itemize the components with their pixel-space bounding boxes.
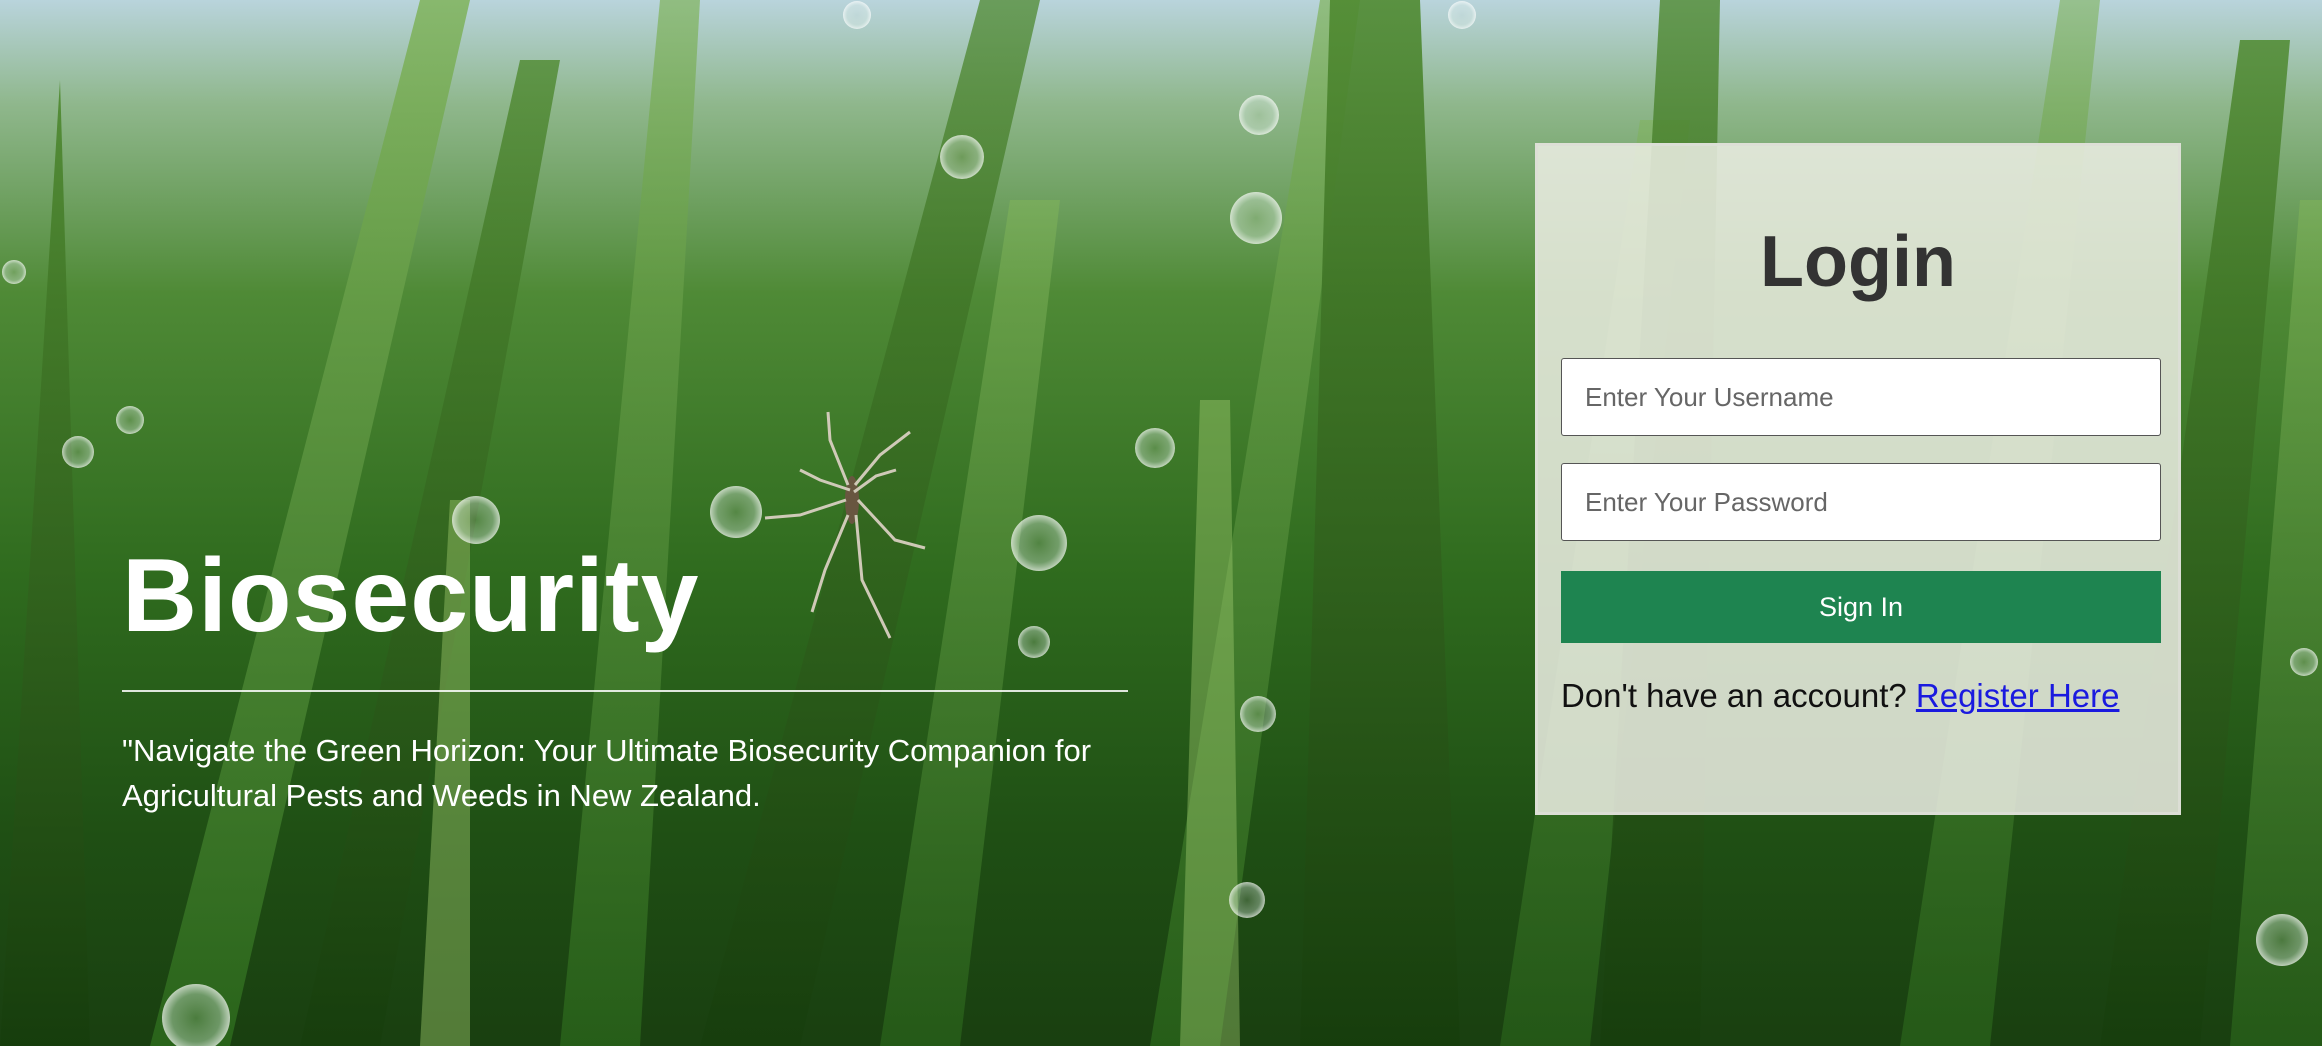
hero-section: Biosecurity "Navigate the Green Horizon:…: [122, 536, 1128, 818]
login-card: Login Sign In Don't have an account? Reg…: [1535, 143, 2181, 815]
hero-divider: [122, 690, 1128, 692]
register-row: Don't have an account? Register Here: [1561, 677, 2155, 715]
username-input[interactable]: [1561, 358, 2161, 436]
login-page: Biosecurity "Navigate the Green Horizon:…: [0, 0, 2322, 1046]
hero-tagline: "Navigate the Green Horizon: Your Ultima…: [122, 733, 1092, 813]
login-title: Login: [1760, 222, 1956, 302]
register-link[interactable]: Register Here: [1916, 677, 2120, 714]
hero-title: Biosecurity: [122, 538, 700, 654]
sign-in-button[interactable]: Sign In: [1561, 571, 2161, 643]
register-prompt: Don't have an account?: [1561, 677, 1907, 714]
password-input[interactable]: [1561, 463, 2161, 541]
